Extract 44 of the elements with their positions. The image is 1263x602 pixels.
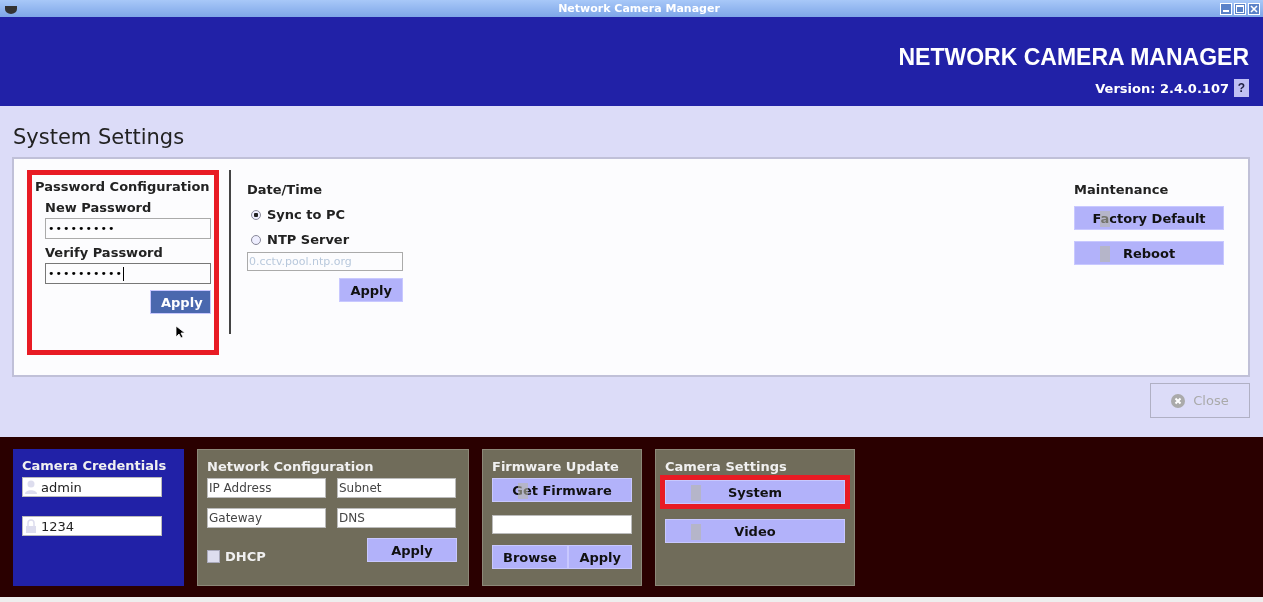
panel-title: Firmware Update: [492, 459, 620, 474]
user-icon: [25, 480, 37, 494]
network-field[interactable]: IP Address: [207, 478, 326, 498]
maintenance-button[interactable]: Reboot: [1074, 241, 1224, 265]
network-field[interactable]: Gateway: [207, 508, 326, 528]
browse-button[interactable]: Browse: [492, 545, 568, 569]
network-field[interactable]: Subnet: [337, 478, 456, 498]
close-button[interactable]: [1248, 2, 1260, 15]
password-field[interactable]: •••••••••: [45, 218, 211, 239]
panel-title: Camera Credentials: [22, 458, 168, 473]
camera-settings-button[interactable]: Video: [665, 519, 845, 543]
maximize-button[interactable]: [1234, 2, 1246, 15]
radio-option[interactable]: Sync to PC: [251, 207, 427, 222]
apply-button[interactable]: Apply: [367, 538, 457, 562]
minimize-button[interactable]: [1220, 2, 1232, 15]
version-label: Version: 2.4.0.107: [1095, 80, 1229, 96]
section-title: Maintenance: [1074, 182, 1170, 197]
dhcp-checkbox[interactable]: DHCP: [207, 549, 266, 564]
password-field[interactable]: 1234: [22, 516, 162, 536]
section-title: Date/Time: [247, 182, 324, 197]
app-title: NETWORK CAMERA MANAGER: [898, 44, 1249, 71]
get-firmware-button[interactable]: Get Firmware: [492, 478, 632, 502]
window-title: Network Camera Manager: [557, 2, 721, 15]
camera-settings-button[interactable]: System: [665, 480, 845, 504]
network-field[interactable]: DNS: [337, 508, 456, 528]
apply-button[interactable]: Apply: [339, 278, 403, 302]
section-title: Password Configuration: [35, 179, 211, 194]
close-icon: [1171, 393, 1186, 408]
password-field[interactable]: ••••••••••: [45, 263, 211, 284]
username-field[interactable]: admin: [22, 477, 162, 497]
page-title: System Settings: [13, 125, 186, 149]
panel-title: Camera Settings: [665, 459, 788, 474]
radio-option[interactable]: NTP Server: [251, 232, 427, 247]
mouse-pointer-icon: [175, 325, 185, 339]
maintenance-button[interactable]: Factory Default: [1074, 206, 1224, 230]
panel-title: Network Configuration: [207, 459, 375, 474]
camera-icon: [4, 3, 18, 14]
field-label: Verify Password: [45, 245, 164, 260]
lock-icon: [25, 519, 37, 533]
field-label: New Password: [45, 200, 153, 215]
apply-button[interactable]: Apply: [150, 290, 211, 314]
apply-button[interactable]: Apply: [568, 545, 632, 569]
file-path-field[interactable]: [492, 515, 632, 534]
help-button[interactable]: ?: [1234, 79, 1249, 97]
